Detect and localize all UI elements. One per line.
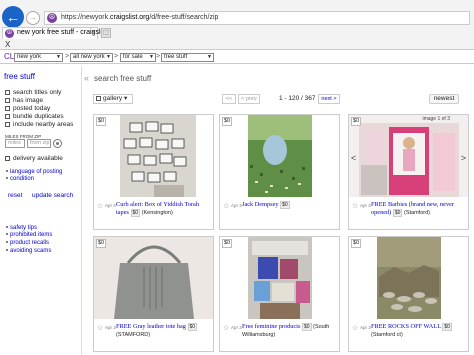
listing-photo[interactable] (220, 237, 339, 319)
chevron-down-icon: ▼ (106, 54, 111, 60)
condition-filter-link[interactable]: condition (6, 176, 34, 182)
site-peace-icon: ☮ (47, 13, 57, 23)
sidebar-title[interactable]: free stuff (4, 72, 35, 81)
products-photo (220, 237, 339, 319)
search-titles-checkbox[interactable]: search titles only (5, 89, 61, 96)
price-badge: $0 (351, 117, 362, 126)
listing-title[interactable]: Curb alert: Box of Yiddish Torah tapes $… (94, 201, 213, 217)
language-filter-link[interactable]: language of posting (6, 169, 62, 175)
avoiding-scams-link[interactable]: avoiding scams (6, 248, 51, 254)
price-badge: $0 (351, 239, 362, 248)
bundle-duplicates-checkbox[interactable]: bundle duplicates (5, 113, 64, 120)
price-badge: $0 (96, 239, 107, 248)
close-x-button[interactable]: X (5, 40, 10, 49)
listing-card[interactable]: $0 ☆ Apr 3 Free feminine products $0 (So… (219, 236, 340, 352)
browser-chrome: ← → ☮ https://newyork.craigslist.org/d/f… (0, 0, 474, 50)
has-image-checkbox[interactable]: has image (5, 97, 43, 104)
view-mode-select[interactable]: gallery ▾ (93, 94, 133, 104)
breadcrumb-separator: > (114, 53, 119, 60)
location-select[interactable]: new york ▼ (14, 53, 63, 62)
chevron-down-icon: ▼ (56, 54, 61, 60)
section-select[interactable]: for sale ▼ (120, 53, 156, 62)
tab-close-icon[interactable]: × (91, 29, 95, 36)
location-target-icon[interactable] (53, 139, 62, 148)
price-badge: $0 (96, 117, 107, 126)
listing-title[interactable]: FREE Gray leather tote bag $0 (STAMFORD) (94, 323, 213, 339)
update-search-button[interactable]: update search (32, 192, 73, 199)
miles-input[interactable]: miles (5, 139, 25, 148)
listing-card[interactable]: $0 ☆ Apr 3 Curb alert: Box of Yiddish To… (93, 114, 214, 230)
browser-tab[interactable]: ☮ new york free stuff - craigsli... × (2, 27, 108, 39)
reset-button[interactable]: reset (8, 192, 22, 199)
listing-title[interactable]: FREE Barbies (brand new, never opened) $… (349, 201, 468, 217)
breadcrumb-separator: > (65, 53, 70, 60)
collapse-sidebar-icon[interactable]: « (84, 73, 89, 83)
next-page-button[interactable]: next > (318, 94, 340, 104)
zip-input[interactable]: from zip (27, 139, 51, 148)
listing-photo[interactable] (220, 115, 339, 197)
search-input[interactable]: « search free stuff (84, 72, 472, 86)
price-badge: $0 (222, 117, 233, 126)
listing-card[interactable]: $0 ☆ Apr 3 FREE ROCKS OFF WALL $0 (Stamf… (348, 236, 469, 352)
listing-title[interactable]: FREE ROCKS OFF WALL $0 (Stamford ct) (349, 323, 468, 339)
image-counter: image 1 of 3 (422, 116, 450, 122)
price-badge: $0 (222, 239, 233, 248)
grid-icon (96, 95, 101, 101)
listing-card[interactable]: $0 ☆ Apr 3 FREE Gray leather tote bag $0… (93, 236, 214, 352)
back-arrow-icon[interactable]: ← (2, 6, 24, 28)
breadcrumb-separator: > (156, 53, 161, 60)
product-recalls-link[interactable]: product recalls (6, 240, 49, 246)
chevron-down-icon: ▼ (207, 54, 212, 60)
chevron-down-icon: ▼ (149, 54, 154, 60)
craigslist-logo[interactable]: CL (4, 52, 14, 61)
sort-newest-button[interactable]: newest (429, 94, 459, 104)
address-bar[interactable]: ☮ https://newyork.craigslist.org/d/free-… (44, 11, 470, 25)
safety-tips-link[interactable]: safety tips (6, 225, 37, 231)
listing-title[interactable]: Jack Dempsey $0 (220, 201, 339, 209)
address-url: https://newyork.craigslist.org/d/free-st… (61, 14, 219, 21)
barbies-photo (349, 115, 468, 197)
prev-page-button[interactable]: < prev (238, 94, 260, 104)
listing-photo[interactable] (94, 115, 213, 197)
delivery-checkbox[interactable]: delivery available (5, 155, 63, 162)
listing-photo[interactable] (94, 237, 213, 319)
tote-bag-photo (94, 237, 213, 319)
prev-image-arrow-icon[interactable]: < (351, 153, 356, 163)
listing-card[interactable]: $0 image 1 of 3 < > ☆ Apr 3 FREE Barbies… (348, 114, 469, 230)
rocks-photo (349, 237, 468, 319)
posted-today-checkbox[interactable]: posted today (5, 105, 50, 112)
fish-photo (220, 115, 339, 197)
listing-photo[interactable] (349, 115, 468, 197)
filter-sidebar: free stuff search titles only has image … (0, 66, 82, 355)
prohibited-items-link[interactable]: prohibited items (6, 232, 52, 238)
listing-card[interactable]: $0 ☆ Apr 3 Jack Dempsey $0 (219, 114, 340, 230)
listing-photo[interactable] (349, 237, 468, 319)
tapes-photo (94, 115, 213, 197)
result-count: 1 - 120 / 367 (279, 95, 316, 102)
new-tab-button[interactable]: ⬚ (101, 28, 111, 38)
next-image-arrow-icon[interactable]: > (461, 153, 466, 163)
nearby-areas-checkbox[interactable]: include nearby areas (5, 121, 73, 128)
tab-favicon-icon: ☮ (5, 29, 14, 38)
category-select[interactable]: free stuff ▼ (161, 53, 214, 62)
category-header: CL new york ▼ > all new york ▼ > for sale ▼… (0, 52, 474, 64)
first-page-button[interactable]: << (222, 94, 236, 104)
area-select[interactable]: all new york ▼ (70, 53, 113, 62)
listing-title[interactable]: Free feminine products $0 (South William… (220, 323, 339, 339)
forward-arrow-icon[interactable]: → (26, 11, 40, 25)
